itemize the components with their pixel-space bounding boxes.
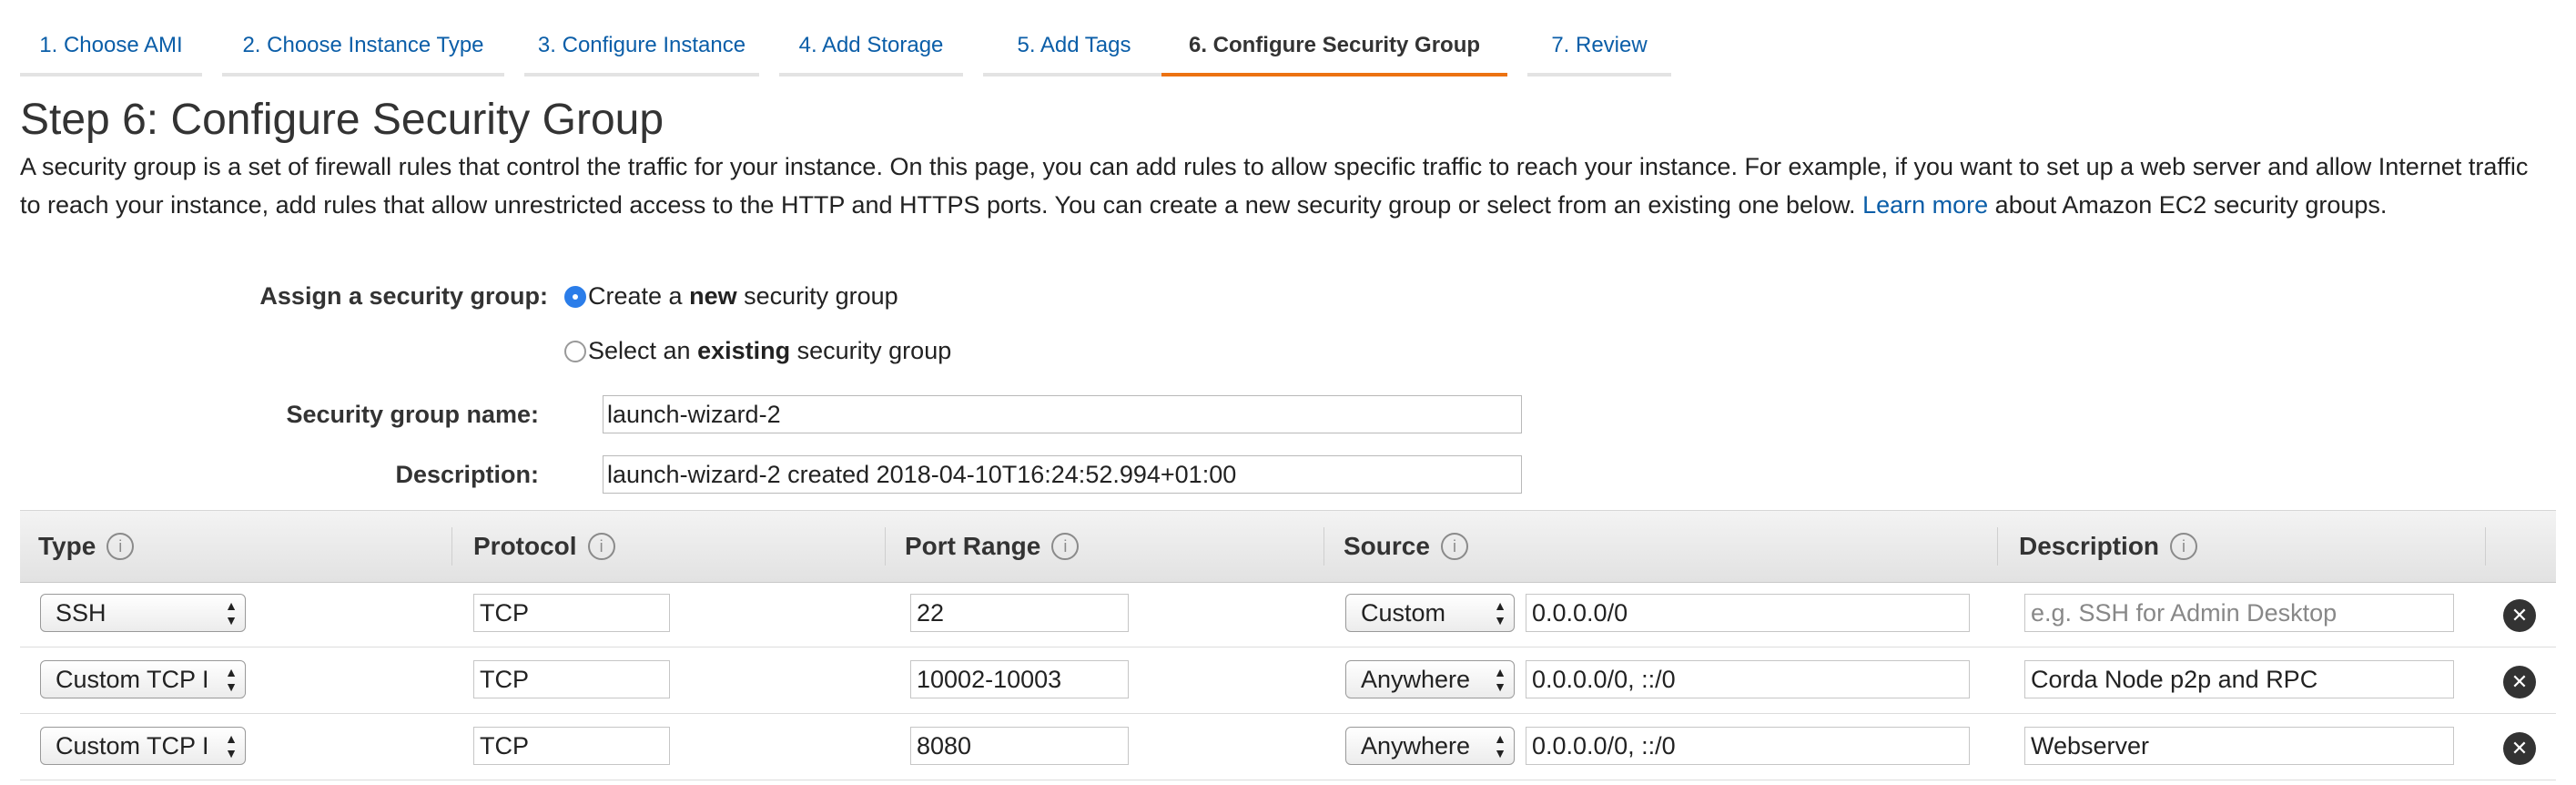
security-group-name-label: Security group name: — [286, 401, 539, 428]
protocol-input[interactable] — [473, 660, 670, 698]
source-select[interactable]: Anywhere ▲ ▼ — [1345, 660, 1515, 698]
source-select[interactable]: Custom ▲ ▼ — [1345, 594, 1515, 632]
rules-table-header: Type i Protocol i Port Range i Source i Desc… — [20, 510, 2556, 583]
table-row: SSH ▲▼ Custom ▲▼ ✕ — [20, 581, 2556, 647]
type-select-value: Custom TCP I — [56, 732, 209, 760]
type-select[interactable]: SSH ▲ ▼ — [40, 594, 246, 632]
security-group-name-input[interactable] — [603, 395, 1522, 433]
radio-create-new-suffix: security group — [744, 282, 898, 310]
tab-choose-ami[interactable]: 1. Choose AMI — [20, 0, 202, 76]
info-icon[interactable]: i — [1440, 532, 1468, 560]
column-divider — [2485, 527, 2486, 566]
radio-select-existing[interactable]: Select an existing security group — [564, 337, 951, 365]
column-header-source-label: Source — [1344, 532, 1430, 560]
tab-add-storage[interactable]: 4. Add Storage — [779, 0, 963, 76]
source-cidr-input[interactable] — [1526, 660, 1970, 698]
column-header-protocol-label: Protocol — [473, 532, 577, 560]
column-header-protocol: Protocol i — [473, 511, 615, 582]
column-divider — [1323, 527, 1324, 566]
column-header-type: Type i — [38, 511, 135, 582]
protocol-input[interactable] — [473, 727, 670, 765]
source-select[interactable]: Anywhere ▲ ▼ — [1345, 727, 1515, 765]
intro-text: A security group is a set of firewall ru… — [20, 148, 2532, 224]
close-circle-icon[interactable]: ✕ — [2503, 666, 2536, 698]
assign-security-group-label: Assign a security group: — [259, 282, 548, 310]
info-icon[interactable]: i — [587, 532, 615, 560]
up-down-arrows-icon: ▲ ▼ — [1494, 598, 1506, 627]
info-icon[interactable]: i — [2170, 532, 2198, 560]
source-select-value: Anywhere — [1361, 732, 1471, 760]
column-header-source: Source i — [1344, 511, 1468, 582]
close-circle-icon[interactable]: ✕ — [2503, 732, 2536, 765]
tab-choose-instance-type[interactable]: 2. Choose Instance Type — [222, 0, 504, 76]
up-down-arrows-icon: ▲ ▼ — [1494, 731, 1506, 760]
column-header-port-range: Port Range i — [905, 511, 1080, 582]
source-select-value: Anywhere — [1361, 666, 1471, 693]
type-select-value: SSH — [56, 599, 106, 627]
table-row: Custom TCP I ▲▼ Anywhere ▲▼ ✕ — [20, 647, 2556, 714]
column-header-type-label: Type — [38, 532, 96, 560]
port-range-input[interactable] — [910, 727, 1129, 765]
description-label: Description: — [395, 461, 539, 488]
radio-select-existing-prefix: Select an — [588, 337, 691, 364]
radio-select-existing-bold: existing — [697, 337, 791, 364]
protocol-input[interactable] — [473, 594, 670, 632]
radio-select-existing-suffix: security group — [796, 337, 952, 364]
tab-review[interactable]: 7. Review — [1527, 0, 1671, 76]
column-header-description-label: Description — [2019, 532, 2160, 560]
info-icon[interactable]: i — [106, 532, 135, 560]
page-title: Step 6: Configure Security Group — [20, 96, 664, 144]
type-select[interactable]: Custom TCP I ▲ ▼ — [40, 727, 246, 765]
intro-text-tail: about Amazon EC2 security groups. — [1994, 191, 2388, 219]
source-cidr-input[interactable] — [1526, 727, 1970, 765]
column-header-port-range-label: Port Range — [905, 532, 1041, 560]
up-down-arrows-icon: ▲ ▼ — [1494, 665, 1506, 694]
column-divider — [1997, 527, 1998, 566]
rule-description-input[interactable] — [2024, 660, 2454, 698]
source-cidr-input[interactable] — [1526, 594, 1970, 632]
radio-create-new-bold: new — [689, 282, 737, 310]
tab-configure-security-group[interactable]: 6. Configure Security Group — [1161, 0, 1507, 76]
type-select[interactable]: Custom TCP I ▲ ▼ — [40, 660, 246, 698]
description-input[interactable] — [603, 455, 1522, 494]
radio-create-new-prefix: Create a — [588, 282, 683, 310]
close-circle-icon[interactable]: ✕ — [2503, 599, 2536, 632]
info-icon[interactable]: i — [1051, 532, 1080, 560]
port-range-input[interactable] — [910, 594, 1129, 632]
learn-more-link[interactable]: Learn more — [1862, 191, 1988, 219]
tab-configure-instance[interactable]: 3. Configure Instance — [524, 0, 759, 76]
tab-add-tags[interactable]: 5. Add Tags — [983, 0, 1165, 76]
rule-description-input[interactable] — [2024, 594, 2454, 632]
source-select-value: Custom — [1361, 599, 1446, 627]
rule-description-input[interactable] — [2024, 727, 2454, 765]
radio-checked-icon[interactable] — [564, 285, 586, 308]
type-select-value: Custom TCP I — [56, 666, 209, 693]
column-header-description: Description i — [2019, 511, 2198, 582]
table-row: Custom TCP I ▲▼ Anywhere ▲▼ ✕ — [20, 714, 2556, 780]
port-range-input[interactable] — [910, 660, 1129, 698]
radio-unchecked-icon[interactable] — [564, 340, 586, 362]
up-down-arrows-icon: ▲ ▼ — [225, 598, 238, 627]
column-divider — [885, 527, 886, 566]
column-divider — [451, 527, 452, 566]
up-down-arrows-icon: ▲ ▼ — [225, 731, 238, 760]
up-down-arrows-icon: ▲ ▼ — [225, 665, 238, 694]
radio-create-new[interactable]: Create a new security group — [564, 282, 898, 311]
